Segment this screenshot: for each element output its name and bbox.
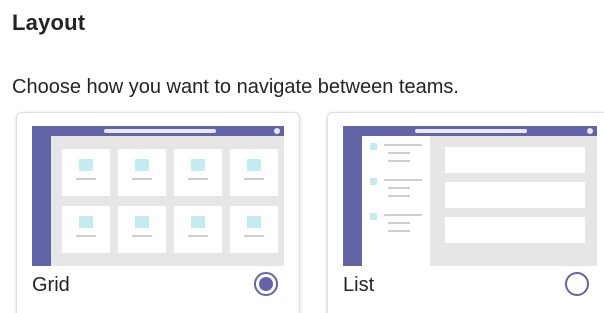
layout-option-list[interactable]: List: [327, 112, 604, 313]
grid-layout-preview: [32, 126, 284, 266]
layout-settings-panel: Layout Choose how you want to navigate b…: [0, 0, 604, 313]
preview-team-list-pane: [362, 136, 430, 266]
preview-team-tile: [62, 149, 110, 196]
preview-content-row: [445, 147, 585, 173]
preview-title-bar: [343, 126, 597, 136]
layout-option-grid[interactable]: Grid: [16, 112, 300, 313]
preview-search-bar: [104, 129, 216, 133]
preview-team-tile: [62, 206, 110, 253]
preview-title-bar: [32, 126, 284, 136]
section-description: Choose how you want to navigate between …: [12, 76, 459, 98]
preview-team-tile: [230, 149, 278, 196]
section-title: Layout: [12, 10, 86, 35]
preview-content-row: [445, 217, 585, 243]
grid-option-label: Grid: [32, 274, 70, 296]
list-layout-preview: [343, 126, 597, 266]
preview-team-tile: [118, 149, 166, 196]
list-option-label: List: [343, 274, 375, 296]
preview-avatar-dot: [274, 128, 280, 134]
list-radio-button[interactable]: [565, 272, 589, 296]
preview-app-rail: [343, 136, 362, 266]
preview-search-bar: [415, 129, 527, 133]
preview-team-tile: [230, 206, 278, 253]
preview-team-tile: [174, 149, 222, 196]
preview-team-tile: [174, 206, 222, 253]
preview-avatar-dot: [587, 128, 593, 134]
preview-app-rail: [32, 136, 51, 266]
grid-radio-button[interactable]: [254, 272, 278, 296]
preview-team-tile: [118, 206, 166, 253]
preview-content-row: [445, 182, 585, 208]
